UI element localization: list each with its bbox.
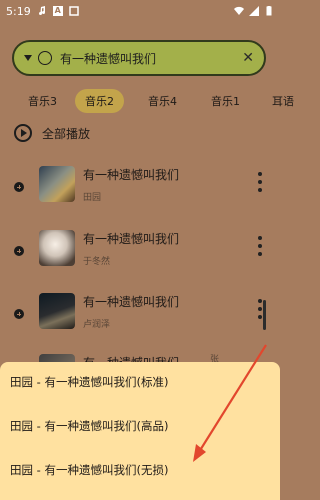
play-all-label: 全部播放	[42, 126, 91, 141]
song-title: 有一种遗憾叫我们	[83, 232, 180, 246]
search-input[interactable]: 有一种遗憾叫我们	[60, 50, 242, 67]
wifi-icon	[234, 6, 244, 16]
music-icon	[38, 6, 45, 15]
quality-option-lossless[interactable]: 田园 - 有一种遗憾叫我们(无损)	[10, 462, 168, 478]
scrollbar[interactable]	[263, 300, 266, 330]
signal-icon	[249, 6, 259, 16]
a-icon: A	[52, 6, 63, 16]
add-icon[interactable]	[14, 309, 24, 319]
play-all-button[interactable]: 全部播放	[14, 124, 90, 142]
play-icon	[14, 124, 32, 142]
song-row[interactable]: 有一种遗憾叫我们 田园	[0, 162, 280, 224]
tab-bar: 音乐3 音乐2 音乐4 音乐1 耳语	[0, 88, 294, 114]
quality-bottom-sheet: 田园 - 有一种遗憾叫我们(标准) 田园 - 有一种遗憾叫我们(高品) 田园 -…	[0, 362, 280, 500]
search-icon	[38, 51, 52, 65]
album-cover	[39, 166, 75, 202]
add-icon[interactable]	[14, 246, 24, 256]
song-row[interactable]: 有一种遗憾叫我们 于冬然	[0, 226, 280, 288]
tab-music4[interactable]: 音乐4	[138, 89, 187, 113]
song-artist: 田园	[83, 193, 102, 203]
square-icon	[68, 6, 79, 16]
song-title: 有一种遗憾叫我们	[83, 295, 180, 309]
tab-music3[interactable]: 音乐3	[18, 89, 67, 113]
more-icon[interactable]	[258, 236, 262, 256]
quality-option-standard[interactable]: 田园 - 有一种遗憾叫我们(标准)	[10, 374, 168, 390]
status-bar: 5:19 A	[0, 0, 280, 22]
tab-whisper[interactable]: 耳语	[262, 89, 304, 113]
album-cover	[39, 230, 75, 266]
tab-music2[interactable]: 音乐2	[75, 89, 124, 113]
quality-option-high[interactable]: 田园 - 有一种遗憾叫我们(高品)	[10, 418, 168, 434]
album-cover	[39, 293, 75, 329]
song-title: 有一种遗憾叫我们	[83, 168, 180, 182]
battery-icon	[266, 6, 272, 16]
add-icon[interactable]	[14, 182, 24, 192]
more-icon[interactable]	[258, 299, 262, 319]
song-artist: 卢润泽	[83, 320, 111, 330]
clear-icon[interactable]: ✕	[242, 50, 254, 66]
search-bar[interactable]: 有一种遗憾叫我们 ✕	[12, 40, 266, 76]
song-row[interactable]: 有一种遗憾叫我们 卢润泽	[0, 289, 280, 351]
song-artist: 于冬然	[83, 257, 111, 267]
more-icon[interactable]	[258, 172, 262, 192]
status-time: 5:19	[6, 4, 31, 18]
tab-music1[interactable]: 音乐1	[201, 89, 250, 113]
dropdown-triangle-icon[interactable]	[24, 55, 32, 61]
